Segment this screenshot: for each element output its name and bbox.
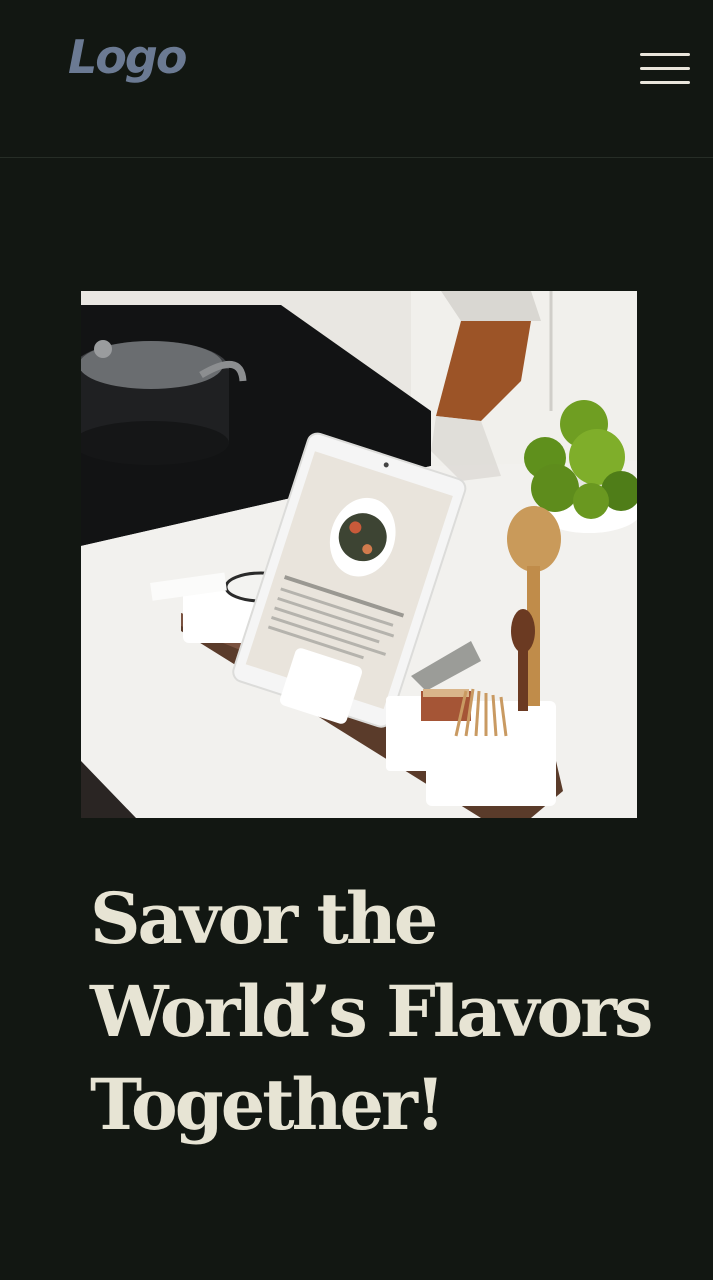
- logo[interactable]: Logo: [68, 30, 187, 85]
- headline-line: Savor the: [90, 877, 438, 960]
- hero-headline: Savor the World’s Flavors Together!: [90, 872, 690, 1151]
- headline-line: World’s Flavors: [90, 970, 653, 1053]
- hero-image: [81, 291, 637, 818]
- menu-line: [640, 53, 690, 56]
- hamburger-menu-icon[interactable]: [636, 48, 692, 90]
- page: Logo Savor the World’s Flavors Together!: [0, 0, 713, 1280]
- headline-line: Together!: [90, 1063, 446, 1146]
- site-header: Logo: [0, 0, 713, 158]
- menu-line: [640, 81, 690, 84]
- menu-line: [640, 67, 690, 70]
